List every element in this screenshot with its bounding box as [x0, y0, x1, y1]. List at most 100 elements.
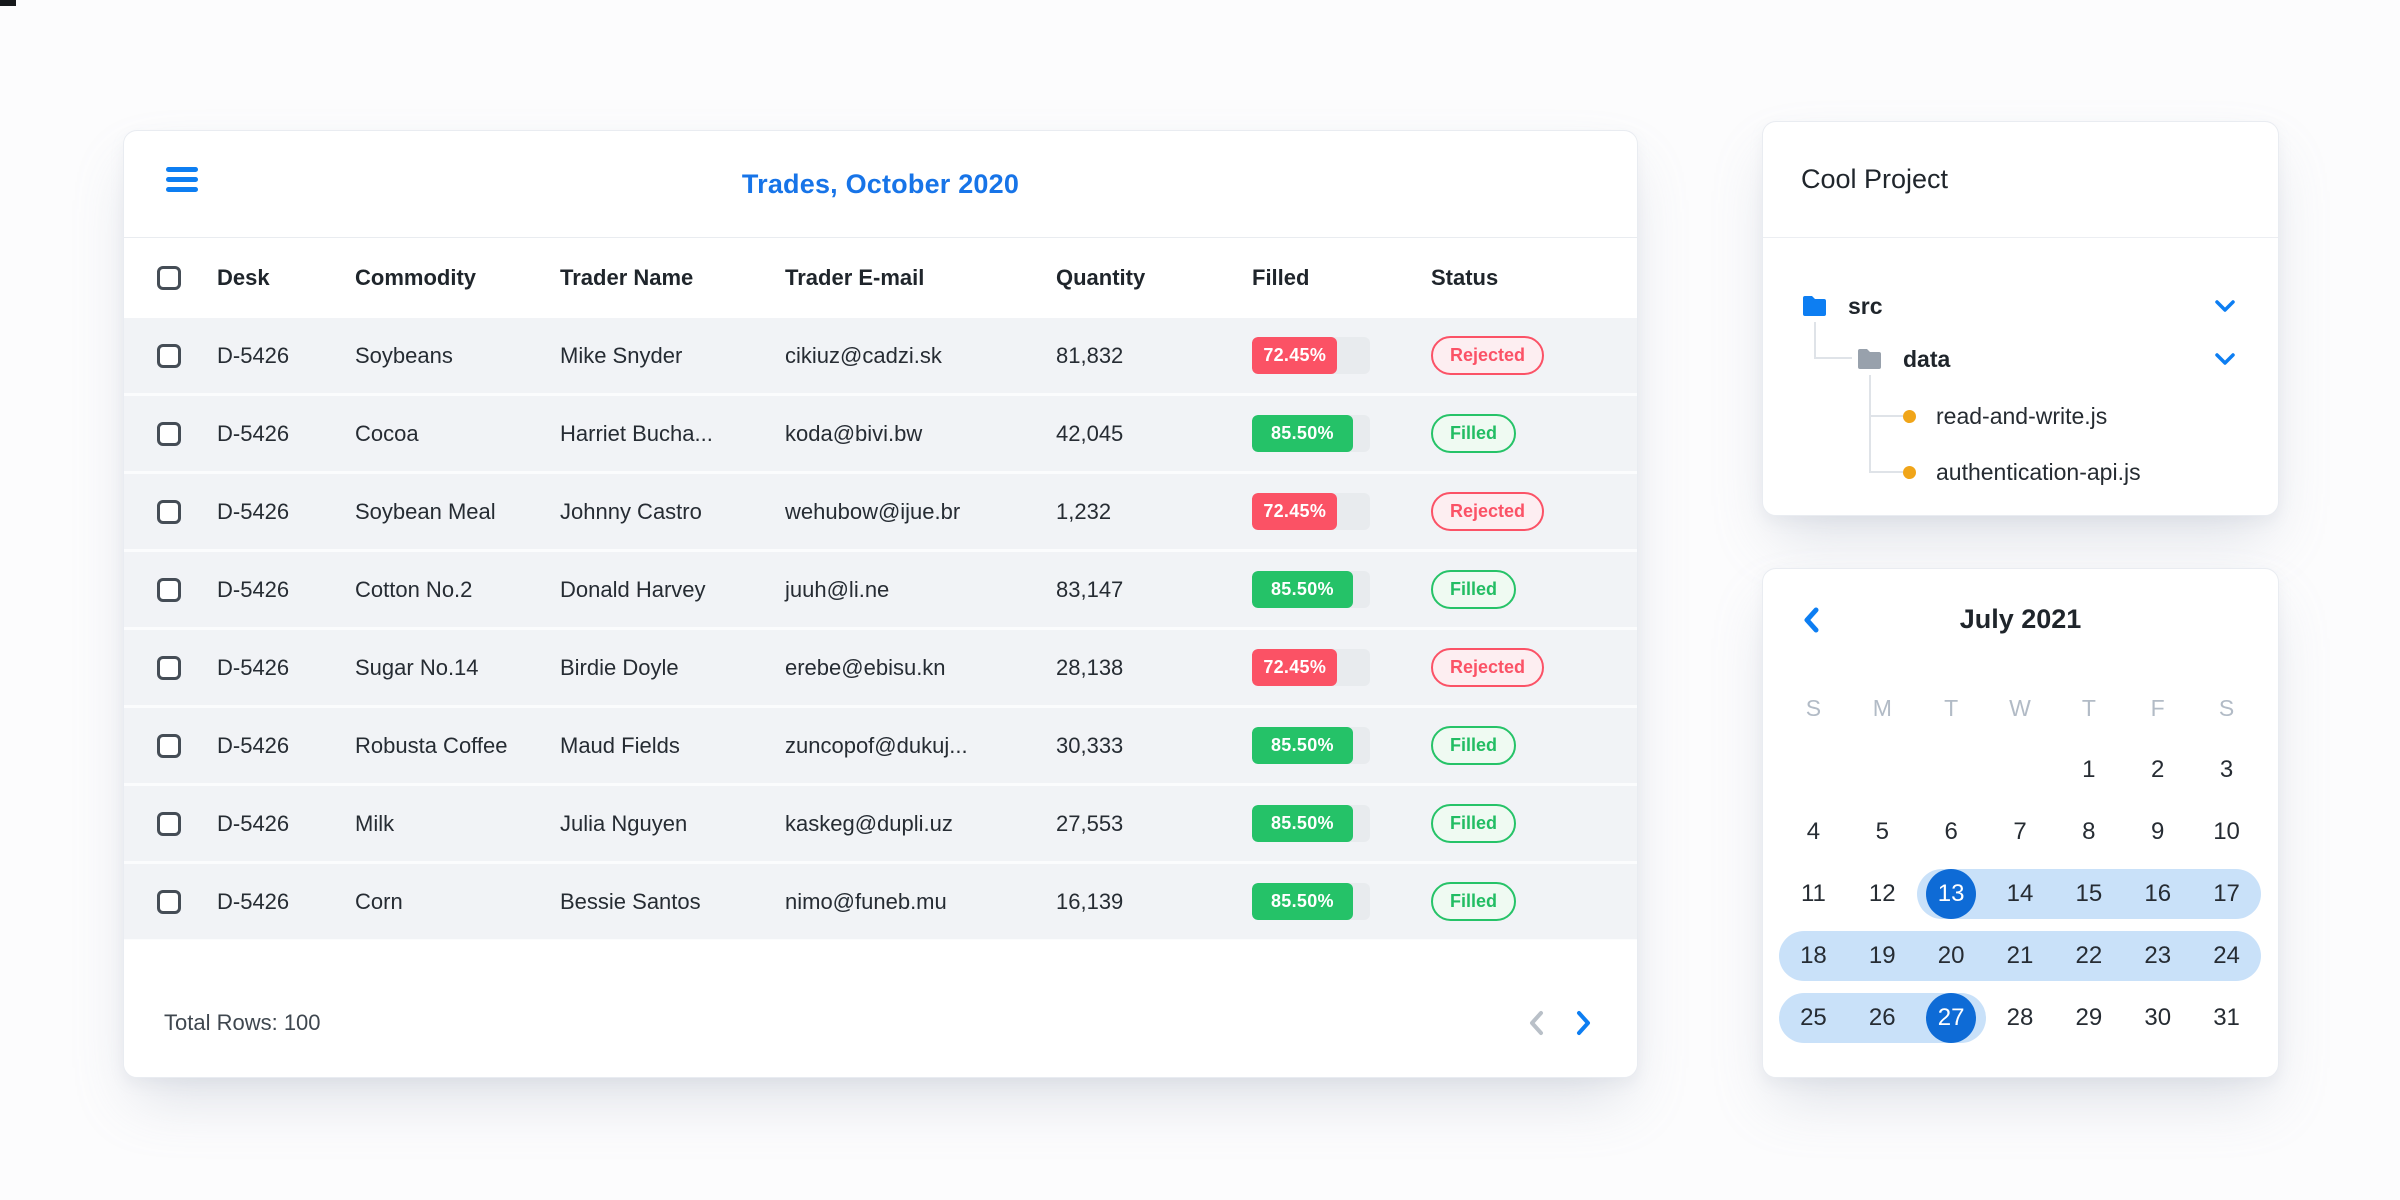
cell-status: Filled: [1431, 726, 1637, 765]
filled-progress-track: 72.45%: [1252, 337, 1370, 374]
calendar-day[interactable]: 17: [2192, 869, 2261, 919]
table-row[interactable]: D-5426 Milk Julia Nguyen kaskeg@dupli.uz 27,…: [124, 786, 1637, 864]
cell-trader-email: koda@bivi.bw: [785, 420, 923, 446]
calendar-day[interactable]: 4: [1779, 807, 1848, 857]
row-checkbox[interactable]: [157, 577, 181, 602]
table-row[interactable]: D-5426 Cotton No.2 Donald Harvey juuh@li.ne…: [124, 552, 1637, 630]
cell-commodity: Soybeans: [355, 342, 453, 368]
calendar-day[interactable]: 27: [1916, 993, 1986, 1043]
tree-item-src[interactable]: src: [1801, 284, 1883, 328]
prev-page-icon[interactable]: [1527, 1009, 1545, 1037]
calendar-day[interactable]: 10: [2192, 807, 2261, 857]
row-checkbox[interactable]: [157, 499, 181, 524]
table-row[interactable]: D-5426 Sugar No.14 Birdie Doyle erebe@ebisu…: [124, 630, 1637, 708]
trades-table-card: Trades, October 2020 Desk Commodity Trad…: [123, 130, 1638, 1078]
calendar-empty-cell: [1848, 745, 1917, 795]
calendar-day[interactable]: 13: [1916, 869, 1986, 919]
next-page-icon[interactable]: [1575, 1009, 1593, 1037]
calendar-day[interactable]: 20: [1916, 931, 1986, 981]
chevron-down-icon[interactable]: [2211, 296, 2239, 316]
cell-desk: D-5426: [217, 810, 290, 836]
row-checkbox[interactable]: [157, 421, 181, 446]
cell-quantity: 81,832: [1056, 342, 1124, 368]
calendar-day[interactable]: 5: [1848, 807, 1917, 857]
calendar-day[interactable]: 1: [2054, 745, 2123, 795]
cell-trader-name: Birdie Doyle: [560, 654, 679, 680]
project-title: Cool Project: [1763, 122, 2278, 238]
cell-desk: D-5426: [217, 654, 290, 680]
calendar-day[interactable]: 14: [1985, 869, 2055, 919]
chevron-down-icon[interactable]: [2211, 349, 2239, 369]
calendar-day[interactable]: 21: [1985, 931, 2055, 981]
cell-quantity: 42,045: [1056, 420, 1124, 446]
cell-filled: 85.50%: [1252, 727, 1431, 764]
row-checkbox[interactable]: [157, 811, 181, 836]
calendar-day[interactable]: 11: [1779, 869, 1848, 919]
checkbox-cell: [157, 733, 217, 758]
cell-desk: D-5426: [217, 576, 290, 602]
calendar-day[interactable]: 9: [2123, 807, 2192, 857]
cell-filled: 72.45%: [1252, 493, 1431, 530]
calendar-day[interactable]: 16: [2123, 869, 2193, 919]
calendar-week-row: 123: [1779, 739, 2261, 801]
calendar-day[interactable]: 22: [2054, 931, 2124, 981]
cell-trader-email: nimo@funeb.mu: [785, 888, 947, 914]
calendar-day[interactable]: 29: [2054, 993, 2123, 1043]
calendar-day[interactable]: 30: [2123, 993, 2192, 1043]
row-checkbox[interactable]: [157, 655, 181, 680]
calendar-day[interactable]: 28: [1986, 993, 2055, 1043]
calendar-day[interactable]: 23: [2123, 931, 2193, 981]
file-dot-icon: [1903, 465, 1916, 479]
filled-progress-fill: 72.45%: [1252, 493, 1338, 530]
calendar-day[interactable]: 24: [2192, 931, 2261, 981]
status-badge: Rejected: [1431, 648, 1545, 687]
table-row[interactable]: D-5426 Corn Bessie Santos nimo@funeb.mu 16,1…: [124, 864, 1637, 942]
calendar-day[interactable]: 26: [1847, 993, 1917, 1043]
table-row[interactable]: D-5426 Soybean Meal Johnny Castro wehubow@i…: [124, 474, 1637, 552]
calendar-day[interactable]: 8: [2054, 807, 2123, 857]
filled-progress-track: 85.50%: [1252, 727, 1370, 764]
cell-trader-name: Mike Snyder: [560, 342, 683, 368]
cell-filled: 85.50%: [1252, 415, 1431, 452]
cell-desk: D-5426: [217, 420, 290, 446]
calendar-day[interactable]: 2: [2123, 745, 2192, 795]
calendar-day[interactable]: 3: [2192, 745, 2261, 795]
row-checkbox[interactable]: [157, 889, 181, 914]
checkbox-cell: [157, 655, 217, 680]
calendar-day[interactable]: 15: [2054, 869, 2124, 919]
calendar-week-row: 25 26 27 28 29 30 31: [1779, 987, 2261, 1049]
table-row[interactable]: D-5426 Soybeans Mike Snyder cikiuz@cadzi.sk…: [124, 318, 1637, 396]
cell-trader-email: wehubow@ijue.br: [785, 498, 961, 524]
filled-progress-fill: 85.50%: [1252, 883, 1353, 920]
status-badge: Filled: [1431, 570, 1517, 609]
calendar-day[interactable]: 18: [1779, 931, 1848, 981]
table-row[interactable]: D-5426 Cocoa Harriet Bucha... koda@bivi.bw 4…: [124, 396, 1637, 474]
filled-progress-track: 85.50%: [1252, 883, 1370, 920]
calendar-empty-cell: [1917, 745, 1986, 795]
calendar-day[interactable]: 19: [1847, 931, 1917, 981]
calendar-day[interactable]: 6: [1917, 807, 1986, 857]
calendar-day[interactable]: 25: [1779, 993, 1848, 1043]
row-checkbox[interactable]: [157, 733, 181, 758]
calendar-day[interactable]: 12: [1848, 869, 1917, 919]
cell-quantity: 27,553: [1056, 810, 1124, 836]
weekday-label: F: [2150, 694, 2165, 721]
tree-item-file[interactable]: authentication-api.js: [1903, 450, 2141, 494]
cell-trader-email: erebe@ebisu.kn: [785, 654, 946, 680]
checkbox-cell: [157, 343, 217, 368]
total-rows-label: Total Rows: 100: [164, 1009, 321, 1035]
cell-trader-name: Bessie Santos: [560, 888, 701, 914]
table-row[interactable]: D-5426 Robusta Coffee Maud Fields zuncopof@…: [124, 708, 1637, 786]
cell-quantity: 30,333: [1056, 732, 1124, 758]
tree-item-data[interactable]: data: [1856, 337, 1950, 381]
cell-commodity: Soybean Meal: [355, 498, 496, 524]
cell-status: Filled: [1431, 570, 1637, 609]
calendar-day[interactable]: 31: [2192, 993, 2261, 1043]
select-all-checkbox[interactable]: [157, 266, 181, 290]
column-header-quantity: Quantity: [1056, 265, 1146, 290]
tree-item-file[interactable]: read-and-write.js: [1903, 394, 2107, 438]
calendar-day[interactable]: 7: [1986, 807, 2055, 857]
weekday-label: W: [2009, 694, 2031, 721]
row-checkbox[interactable]: [157, 343, 181, 368]
calendar-grid: S M T W T F S 1 2 3 4 5 6 7 8 9 10 11 12 13 14 15 16 17 18 19 20 21…: [1779, 677, 2261, 1049]
